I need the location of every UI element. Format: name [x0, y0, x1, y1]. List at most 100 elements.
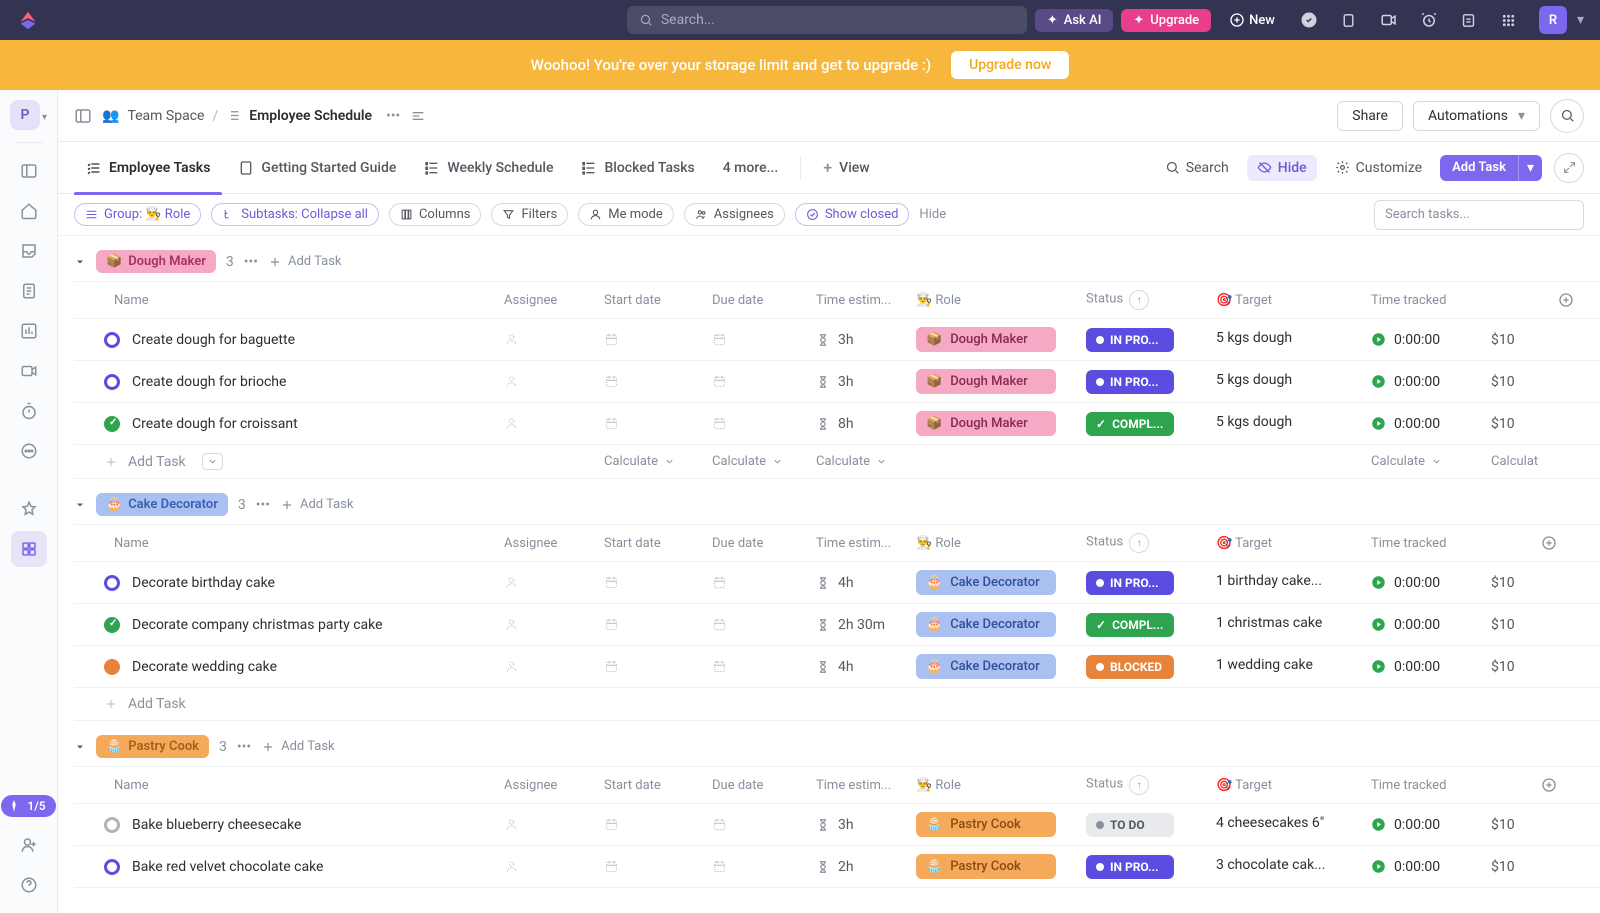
chevron-down-icon[interactable]: [202, 453, 223, 470]
expand-icon[interactable]: [1554, 153, 1584, 183]
col-assignee[interactable]: Assignee: [494, 282, 594, 319]
status-dot[interactable]: [104, 617, 120, 633]
due-date-placeholder-icon[interactable]: [712, 332, 796, 347]
col-start-date[interactable]: Start date: [594, 282, 702, 319]
col-due-date[interactable]: Due date: [702, 525, 806, 562]
status-pill[interactable]: IN PRO...: [1086, 328, 1174, 352]
hide-button[interactable]: Hide: [1247, 155, 1317, 181]
assignee-placeholder-icon[interactable]: [504, 659, 584, 674]
target-value[interactable]: 5 kgs dough: [1216, 414, 1292, 430]
col-due-date[interactable]: Due date: [702, 767, 806, 804]
tasks-search-input[interactable]: Search tasks...: [1374, 200, 1584, 230]
play-icon[interactable]: [1371, 859, 1386, 874]
spaces-icon[interactable]: [11, 531, 47, 567]
task-row[interactable]: Bake blueberry cheesecake 3h 🧁Pastry Coo…: [74, 804, 1600, 846]
col-time-tracked[interactable]: Time tracked: [1361, 282, 1481, 319]
play-icon[interactable]: [1371, 374, 1386, 389]
due-date-placeholder-icon[interactable]: [712, 817, 796, 832]
target-value[interactable]: 1 christmas cake: [1216, 615, 1322, 631]
me-mode-chip[interactable]: Me mode: [578, 203, 674, 226]
collapse-caret-icon[interactable]: [74, 741, 86, 753]
target-value[interactable]: 4 cheesecakes 6": [1216, 815, 1324, 831]
time-tracked[interactable]: 0:00:00: [1371, 859, 1471, 875]
cost-value[interactable]: $10: [1481, 562, 1531, 604]
play-icon[interactable]: [1371, 617, 1386, 632]
time-estimate[interactable]: 3h: [816, 332, 896, 348]
time-tracked[interactable]: 0:00:00: [1371, 374, 1471, 390]
task-name[interactable]: Decorate birthday cake: [132, 575, 275, 591]
task-name[interactable]: Decorate company christmas party cake: [132, 617, 383, 633]
add-column-button[interactable]: [1531, 767, 1600, 804]
col-status[interactable]: Status↑: [1076, 282, 1206, 319]
col-time-tracked[interactable]: Time tracked: [1361, 525, 1481, 562]
group-more-icon[interactable]: •••: [237, 739, 251, 755]
clips-icon[interactable]: [11, 353, 47, 389]
time-tracked[interactable]: 0:00:00: [1371, 617, 1471, 633]
group-role-tag[interactable]: 🎂Cake Decorator: [96, 493, 228, 516]
apps-grid-icon[interactable]: [1493, 4, 1525, 36]
target-value[interactable]: 5 kgs dough: [1216, 330, 1292, 346]
app-logo[interactable]: [16, 8, 40, 32]
more-icon[interactable]: [11, 433, 47, 469]
calculate-button[interactable]: Calculat: [1491, 454, 1538, 469]
start-date-placeholder-icon[interactable]: [604, 817, 692, 832]
cost-value[interactable]: $10: [1481, 604, 1531, 646]
add-column-button[interactable]: [1531, 525, 1600, 562]
start-date-placeholder-icon[interactable]: [604, 617, 692, 632]
add-column-button[interactable]: [1548, 282, 1600, 319]
group-add-task[interactable]: Add Task: [268, 254, 342, 269]
assignee-placeholder-icon[interactable]: [504, 817, 584, 832]
cost-value[interactable]: $10: [1481, 804, 1531, 846]
task-row[interactable]: Bake red velvet chocolate cake 2h 🧁Pastr…: [74, 846, 1600, 888]
notepad-icon[interactable]: [1453, 4, 1485, 36]
col-time-est[interactable]: Time estim...: [806, 767, 906, 804]
add-view-button[interactable]: +View: [811, 142, 881, 194]
more-horizontal-icon[interactable]: •••: [386, 108, 400, 124]
target-value[interactable]: 5 kgs dough: [1216, 372, 1292, 388]
tab-getting-started[interactable]: Getting Started Guide: [226, 142, 408, 194]
time-tracked[interactable]: 0:00:00: [1371, 416, 1471, 432]
status-dot[interactable]: [104, 575, 120, 591]
col-name[interactable]: Name: [74, 525, 494, 562]
play-icon[interactable]: [1371, 575, 1386, 590]
task-name[interactable]: Bake red velvet chocolate cake: [132, 859, 323, 875]
docs-icon[interactable]: [11, 273, 47, 309]
status-dot[interactable]: [104, 859, 120, 875]
group-add-task[interactable]: Add Task: [261, 739, 335, 754]
group-more-icon[interactable]: •••: [256, 497, 270, 513]
task-row[interactable]: Decorate birthday cake 4h 🎂Cake Decorato…: [74, 562, 1600, 604]
col-cost[interactable]: [1481, 282, 1548, 319]
time-tracked[interactable]: 0:00:00: [1371, 575, 1471, 591]
role-tag[interactable]: 📦Dough Maker: [916, 411, 1056, 436]
status-dot[interactable]: [104, 332, 120, 348]
status-dot[interactable]: [104, 374, 120, 390]
group-role-tag[interactable]: 🧁Pastry Cook: [96, 735, 209, 758]
clipboard-icon[interactable]: [1333, 4, 1365, 36]
col-due-date[interactable]: Due date: [702, 282, 806, 319]
task-name[interactable]: Bake blueberry cheesecake: [132, 817, 301, 833]
cost-value[interactable]: $10: [1481, 646, 1531, 688]
time-estimate[interactable]: 3h: [816, 374, 896, 390]
crumb-space[interactable]: Team Space: [127, 108, 204, 124]
start-date-placeholder-icon[interactable]: [604, 332, 692, 347]
collapse-caret-icon[interactable]: [74, 499, 86, 511]
cost-value[interactable]: $10: [1481, 846, 1531, 888]
role-tag[interactable]: 🧁Pastry Cook: [916, 812, 1056, 837]
time-tracked[interactable]: 0:00:00: [1371, 659, 1471, 675]
chevron-down-icon[interactable]: ▾: [42, 112, 47, 123]
columns-chip[interactable]: Columns: [389, 203, 482, 226]
group-more-icon[interactable]: •••: [244, 254, 258, 270]
alarm-icon[interactable]: [1413, 4, 1445, 36]
role-tag[interactable]: 📦Dough Maker: [916, 327, 1056, 352]
page-title[interactable]: Employee Schedule: [249, 108, 372, 124]
status-dot[interactable]: [104, 817, 120, 833]
col-assignee[interactable]: Assignee: [494, 525, 594, 562]
menu-icon[interactable]: [410, 108, 426, 124]
due-date-placeholder-icon[interactable]: [712, 659, 796, 674]
role-tag[interactable]: 🎂Cake Decorator: [916, 654, 1056, 679]
play-icon[interactable]: [1371, 416, 1386, 431]
invite-icon[interactable]: [11, 827, 47, 863]
col-role[interactable]: 👨‍🍳 Role: [906, 525, 1076, 562]
new-button[interactable]: New: [1219, 8, 1285, 32]
role-tag[interactable]: 🎂Cake Decorator: [916, 612, 1056, 637]
